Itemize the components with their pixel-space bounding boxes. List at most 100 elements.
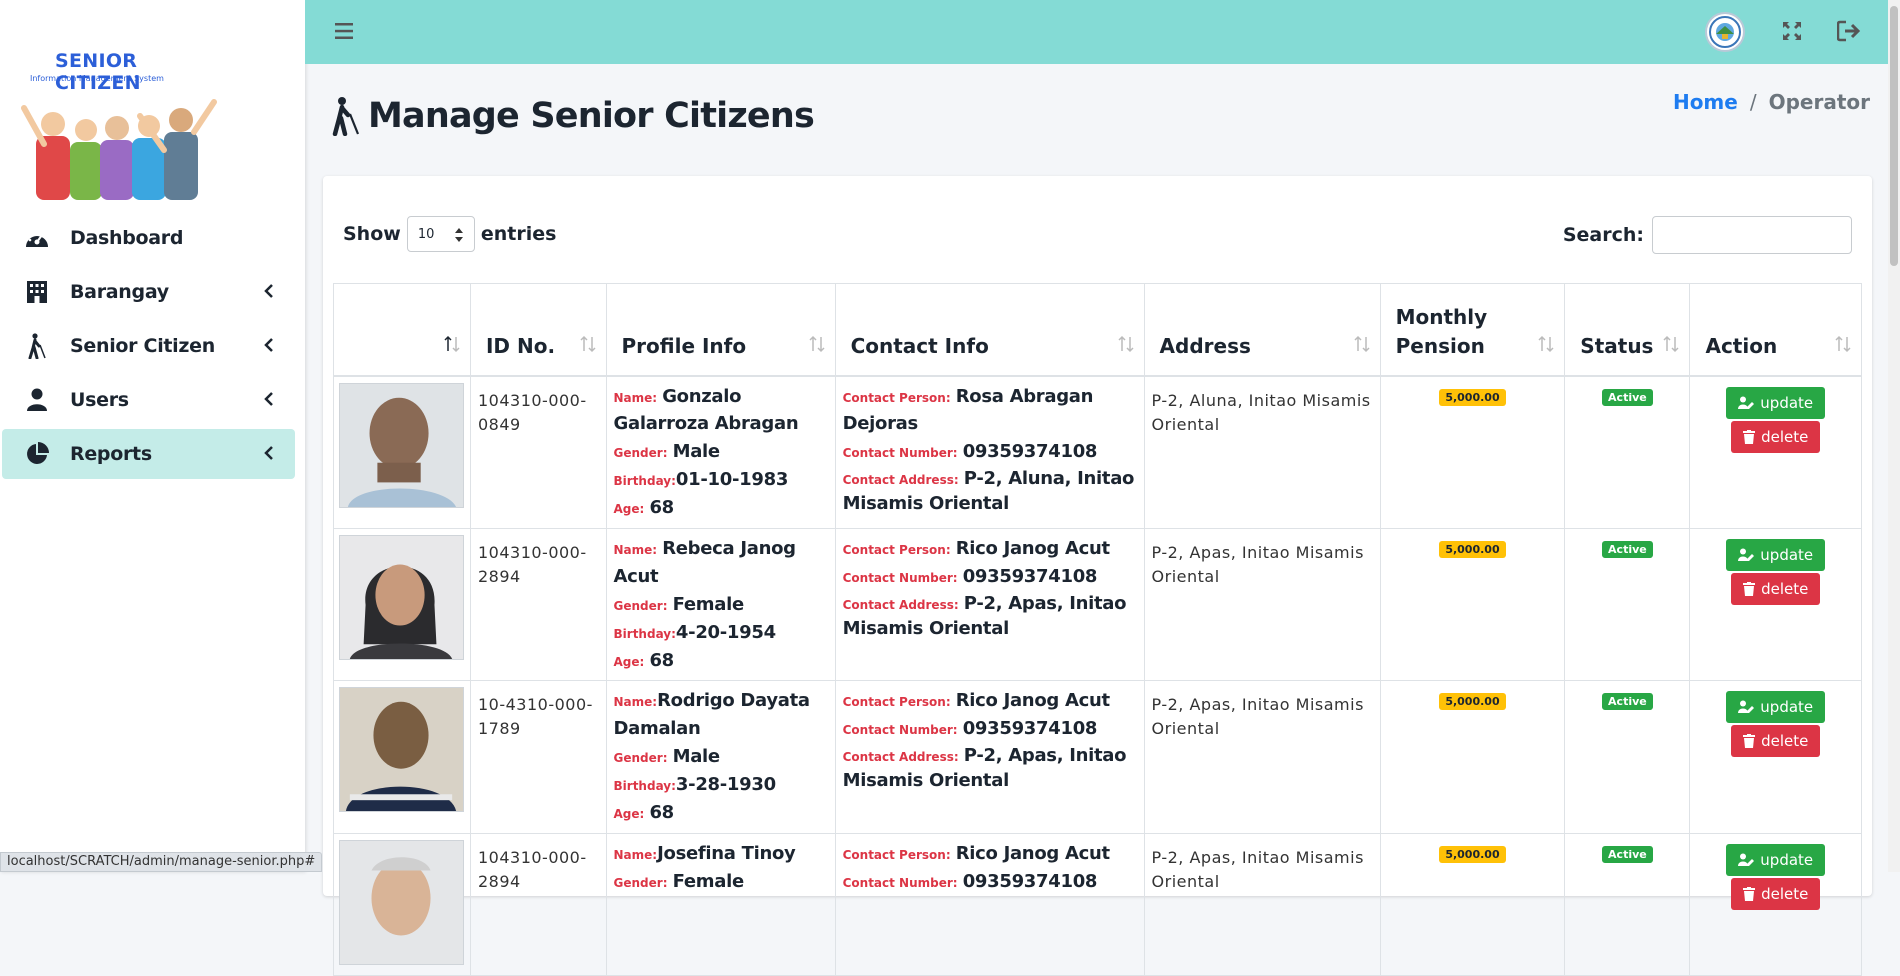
id-cell: 104310-000-2894 — [469, 832, 607, 976]
action-cell: update delete — [1689, 375, 1862, 529]
delete-label: delete — [1761, 884, 1809, 903]
sort-icon — [1663, 335, 1679, 352]
column-header-profile[interactable]: Profile Info — [605, 283, 836, 377]
page-scrollbar[interactable] — [1888, 0, 1900, 872]
delete-button[interactable]: delete — [1731, 420, 1821, 453]
chevron-left-icon — [264, 338, 273, 352]
breadcrumb-separator: / — [1749, 90, 1757, 114]
birthday-label: Birthday: — [613, 474, 676, 489]
delete-button[interactable]: delete — [1731, 725, 1821, 758]
hamburger-icon[interactable] — [333, 20, 355, 42]
sort-icon — [1118, 335, 1134, 352]
sidebar-item-label: Barangay — [70, 281, 169, 303]
sidebar-item-reports[interactable]: Reports — [2, 429, 295, 479]
pension-cell: 5,000.00 — [1379, 680, 1566, 834]
delete-button[interactable]: delete — [1731, 877, 1821, 910]
column-header-action[interactable]: Action — [1689, 283, 1862, 377]
show-label: Show — [343, 223, 401, 245]
sidebar-item-barangay[interactable]: Barangay — [2, 267, 295, 317]
column-header-address[interactable]: Address — [1143, 283, 1381, 377]
gender-label: Gender: — [613, 446, 668, 461]
contact-cell: Contact Person: Rosa Abragan Dejoras Con… — [834, 375, 1145, 529]
status-badge: Active — [1602, 693, 1653, 711]
senior-photo[interactable] — [339, 839, 464, 965]
show-entries-control: Show 10 entries — [343, 216, 556, 252]
profile-cell: Name: Rebeca Janog Acut Gender: Female B… — [605, 527, 836, 682]
breadcrumb: Home / Operator — [1673, 90, 1870, 114]
sort-icon — [1835, 335, 1851, 352]
table-row: 104310-000-2894 Name:Josefina Tinoy Gend… — [333, 832, 1862, 976]
id-cell: 10-4310-000-1789 — [469, 680, 607, 834]
birthday-value: 3-28-1930 — [675, 774, 776, 796]
trash-icon — [1743, 429, 1756, 444]
sidebar-item-dashboard[interactable]: Dashboard — [2, 213, 295, 263]
user-edit-icon — [1738, 396, 1755, 409]
address-cell: P-2, Apas, Initao Misamis Oriental — [1143, 832, 1381, 976]
contact-cell: Contact Person: Rico Janog Acut Contact … — [834, 527, 1145, 682]
table-header-row: ID No. Profile Info Contact Info Address… — [333, 283, 1862, 377]
birthday-value: 4-20-1954 — [675, 621, 776, 643]
column-header-pension[interactable]: Monthly Pension — [1379, 283, 1566, 377]
senior-photo[interactable] — [339, 382, 464, 508]
table-row: 104310-000-0849 Name: Gonzalo Galarroza … — [333, 375, 1862, 529]
senior-photo[interactable] — [339, 534, 464, 660]
sidebar-item-label: Users — [70, 389, 129, 411]
name-value: Josefina Tinoy — [657, 842, 796, 864]
update-label: update — [1760, 850, 1814, 869]
age-value: 68 — [649, 649, 674, 671]
sidebar-item-senior-citizen[interactable]: Senior Citizen — [2, 321, 295, 371]
contact-person-label: Contact Person: — [842, 847, 951, 862]
contact-address-label: Contact Address: — [842, 473, 959, 488]
status-badge: Active — [1602, 388, 1653, 406]
top-navbar — [305, 0, 1888, 64]
gender-label: Gender: — [613, 751, 668, 766]
contact-address-label: Contact Address: — [842, 750, 959, 765]
expand-icon[interactable] — [1781, 20, 1803, 42]
status-cell: Active — [1564, 832, 1691, 976]
entries-select[interactable]: 10 — [406, 216, 475, 252]
birthday-label: Birthday: — [613, 779, 676, 794]
column-header-contact[interactable]: Contact Info — [834, 283, 1145, 377]
breadcrumb-home-link[interactable]: Home — [1673, 90, 1738, 114]
senior-photo[interactable] — [339, 687, 464, 813]
column-header-status[interactable]: Status — [1564, 283, 1691, 377]
contact-number-value: 09359374108 — [962, 441, 1098, 463]
id-cell: 104310-000-2894 — [469, 527, 607, 682]
table-row: 104310-000-2894 Name: Rebeca Janog Acut … — [333, 527, 1862, 682]
profile-cell: Name:Josefina Tinoy Gender: Female — [605, 832, 836, 976]
contact-number-label: Contact Number: — [842, 875, 958, 890]
address-cell: P-2, Apas, Initao Misamis Oriental — [1143, 527, 1381, 682]
gender-value: Male — [672, 746, 721, 768]
update-button[interactable]: update — [1726, 386, 1826, 419]
status-badge: Active — [1602, 540, 1653, 558]
column-header-id[interactable]: ID No. — [469, 283, 607, 377]
scrollbar-thumb[interactable] — [1890, 6, 1898, 266]
photo-cell — [333, 527, 471, 682]
brand-title: SENIOR CITIZEN — [55, 50, 141, 94]
brand-logo[interactable]: SENIOR CITIZEN Information Management Sy… — [12, 48, 222, 208]
municipal-seal[interactable] — [1705, 12, 1745, 52]
name-label: Name: — [613, 847, 658, 862]
contact-person-label: Contact Person: — [842, 390, 951, 405]
contact-number-value: 09359374108 — [962, 870, 1098, 892]
status-cell: Active — [1564, 527, 1691, 682]
age-label: Age: — [613, 654, 645, 669]
column-header-photo[interactable] — [333, 283, 471, 377]
update-button[interactable]: update — [1726, 843, 1826, 876]
gauge-icon — [24, 225, 50, 251]
photo-cell — [333, 375, 471, 529]
update-button[interactable]: update — [1726, 691, 1826, 724]
delete-button[interactable]: delete — [1731, 572, 1821, 605]
age-value: 68 — [649, 801, 674, 823]
photo-cell — [333, 680, 471, 834]
entries-select-value: 10 — [417, 226, 435, 242]
contact-person-value: Rico Janog Acut — [955, 842, 1110, 864]
sort-icon — [809, 335, 825, 352]
pension-badge: 5,000.00 — [1439, 845, 1506, 863]
update-button[interactable]: update — [1726, 538, 1826, 571]
id-cell: 104310-000-0849 — [469, 375, 607, 529]
logout-icon[interactable] — [1837, 20, 1861, 42]
sidebar-item-users[interactable]: Users — [2, 375, 295, 425]
page-title: Manage Senior Citizens — [368, 96, 815, 136]
search-input[interactable] — [1652, 216, 1852, 254]
